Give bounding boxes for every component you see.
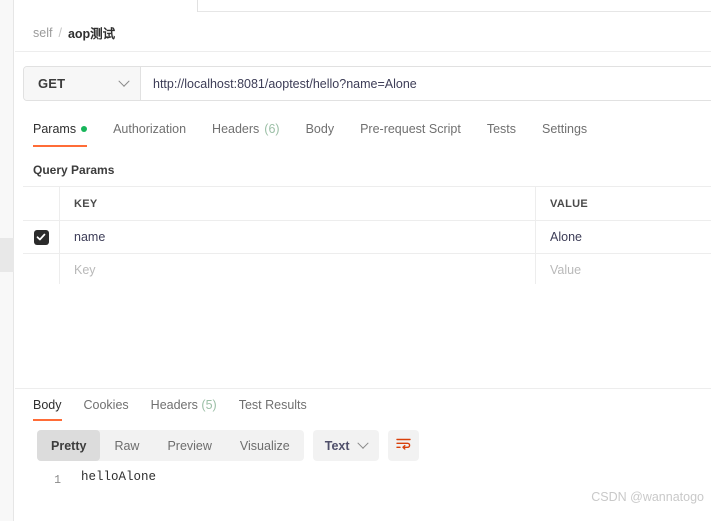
request-url-bar: GET http://localhost:8081/aoptest/hello?… [23,66,711,101]
tab-bar-strip [14,0,711,14]
content-type-label: Text [324,438,350,453]
response-tab-body-label: Body [33,398,62,412]
tab-authorization-label: Authorization [113,122,187,136]
response-tabs: Body Cookies Headers (5) Test Results [33,395,329,421]
header-cell-checkbox [23,187,60,220]
column-header-value: VALUE [550,197,588,210]
tab-headers-label: Headers [212,122,260,136]
format-mode-raw[interactable]: Raw [100,430,153,461]
table-row-empty: Key Value [23,254,711,287]
response-divider [15,388,711,389]
response-tab-cookies[interactable]: Cookies [84,395,129,421]
chevron-down-icon [356,437,369,449]
request-pane: self / aop测试 GET http://localhost:8081/a… [15,14,711,521]
watermark: CSDN @wannatogo [591,490,704,504]
green-dot-icon [81,126,88,132]
chevron-down-icon [118,75,130,87]
word-wrap-icon [395,437,411,455]
request-tabs: Params Authorization Headers (6) Body Pr… [33,118,711,152]
content-type-selector[interactable]: Text [312,430,379,461]
response-tab-headers-label: Headers [150,398,198,412]
response-format-toolbar: Pretty Raw Preview Visualize Text [37,430,419,461]
table-row: name Alone [23,221,711,254]
table-empty-area [23,284,711,388]
line-number: 1 [54,474,61,487]
tab-pre-request-script[interactable]: Pre-request Script [360,118,461,147]
query-params-table: KEY VALUE name Alone Key Value [23,186,711,287]
tab-bar-underline [198,11,711,12]
tab-headers[interactable]: Headers (6) [212,118,280,147]
tab-tests[interactable]: Tests [487,118,516,147]
breadcrumb-root[interactable]: self [33,26,52,40]
response-tab-test-results[interactable]: Test Results [239,395,307,421]
sidebar-edge-strip [0,0,14,521]
tab-authorization[interactable]: Authorization [113,118,186,147]
postman-window: self / aop测试 GET http://localhost:8081/a… [0,0,711,521]
response-body-viewer[interactable]: 1 helloAlone [33,470,711,488]
breadcrumb-current[interactable]: aop测试 [68,23,115,42]
format-mode-preview[interactable]: Preview [153,430,225,461]
param-key-input[interactable]: name [74,230,105,244]
breadcrumb: self / aop测试 [15,14,711,52]
empty-row-checkbox-cell [23,254,60,286]
new-param-key-input[interactable]: Key [74,263,96,277]
tab-settings[interactable]: Settings [542,118,587,147]
tab-tests-label: Tests [486,122,516,136]
tab-settings-label: Settings [542,122,588,136]
row-checkbox[interactable] [33,229,49,245]
url-input[interactable]: http://localhost:8081/aoptest/hello?name… [141,67,711,100]
format-mode-visualize[interactable]: Visualize [226,430,304,461]
tab-body-label: Body [305,122,335,136]
response-body-text: helloAlone [81,470,157,484]
param-value-input[interactable]: Alone [550,230,582,244]
word-wrap-button[interactable] [387,430,419,461]
breadcrumb-separator: / [58,25,62,40]
line-number-gutter: 1 [33,470,71,488]
new-param-value-input[interactable]: Value [550,263,581,277]
response-tab-test-results-label: Test Results [238,398,307,412]
tab-headers-count: (6) [264,122,280,136]
response-tab-cookies-label: Cookies [83,398,129,412]
http-method-selector[interactable]: GET [24,67,141,100]
http-method-label: GET [38,76,66,91]
tab-params-label: Params [33,122,77,136]
tab-pre-request-script-label: Pre-request Script [360,122,461,136]
column-header-key: KEY [74,197,98,210]
format-mode-pretty[interactable]: Pretty [37,430,101,461]
tab-body[interactable]: Body [306,118,335,147]
query-params-title: Query Params [33,163,115,177]
table-header-row: KEY VALUE [23,186,711,221]
response-tab-headers[interactable]: Headers (5) [151,395,217,421]
response-tab-headers-count: (5) [201,398,217,412]
tab-params[interactable]: Params [33,118,88,147]
response-tab-body[interactable]: Body [33,395,62,421]
sidebar-scrollbar-thumb[interactable] [0,238,14,272]
format-mode-group: Pretty Raw Preview Visualize [37,430,304,461]
